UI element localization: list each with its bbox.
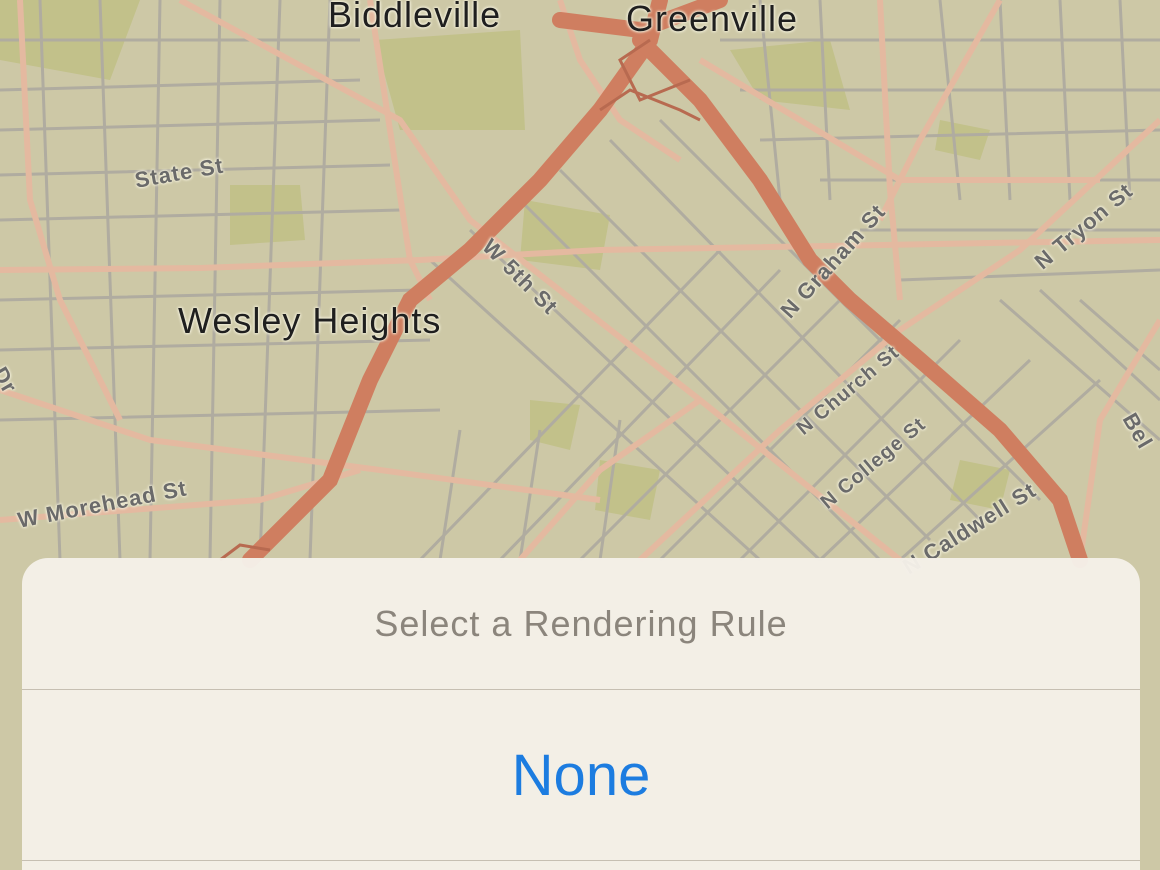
rendering-rule-option-none[interactable]: None <box>22 690 1140 861</box>
place-label: Greenville <box>626 0 799 39</box>
place-label: Wesley Heights <box>178 300 442 341</box>
place-label: Biddleville <box>328 0 502 35</box>
screen: Biddleville Greenville Wesley Heights St… <box>0 0 1160 870</box>
sheet-title: Select a Rendering Rule <box>22 558 1140 690</box>
rendering-rule-action-sheet: Select a Rendering Rule None <box>22 558 1140 870</box>
